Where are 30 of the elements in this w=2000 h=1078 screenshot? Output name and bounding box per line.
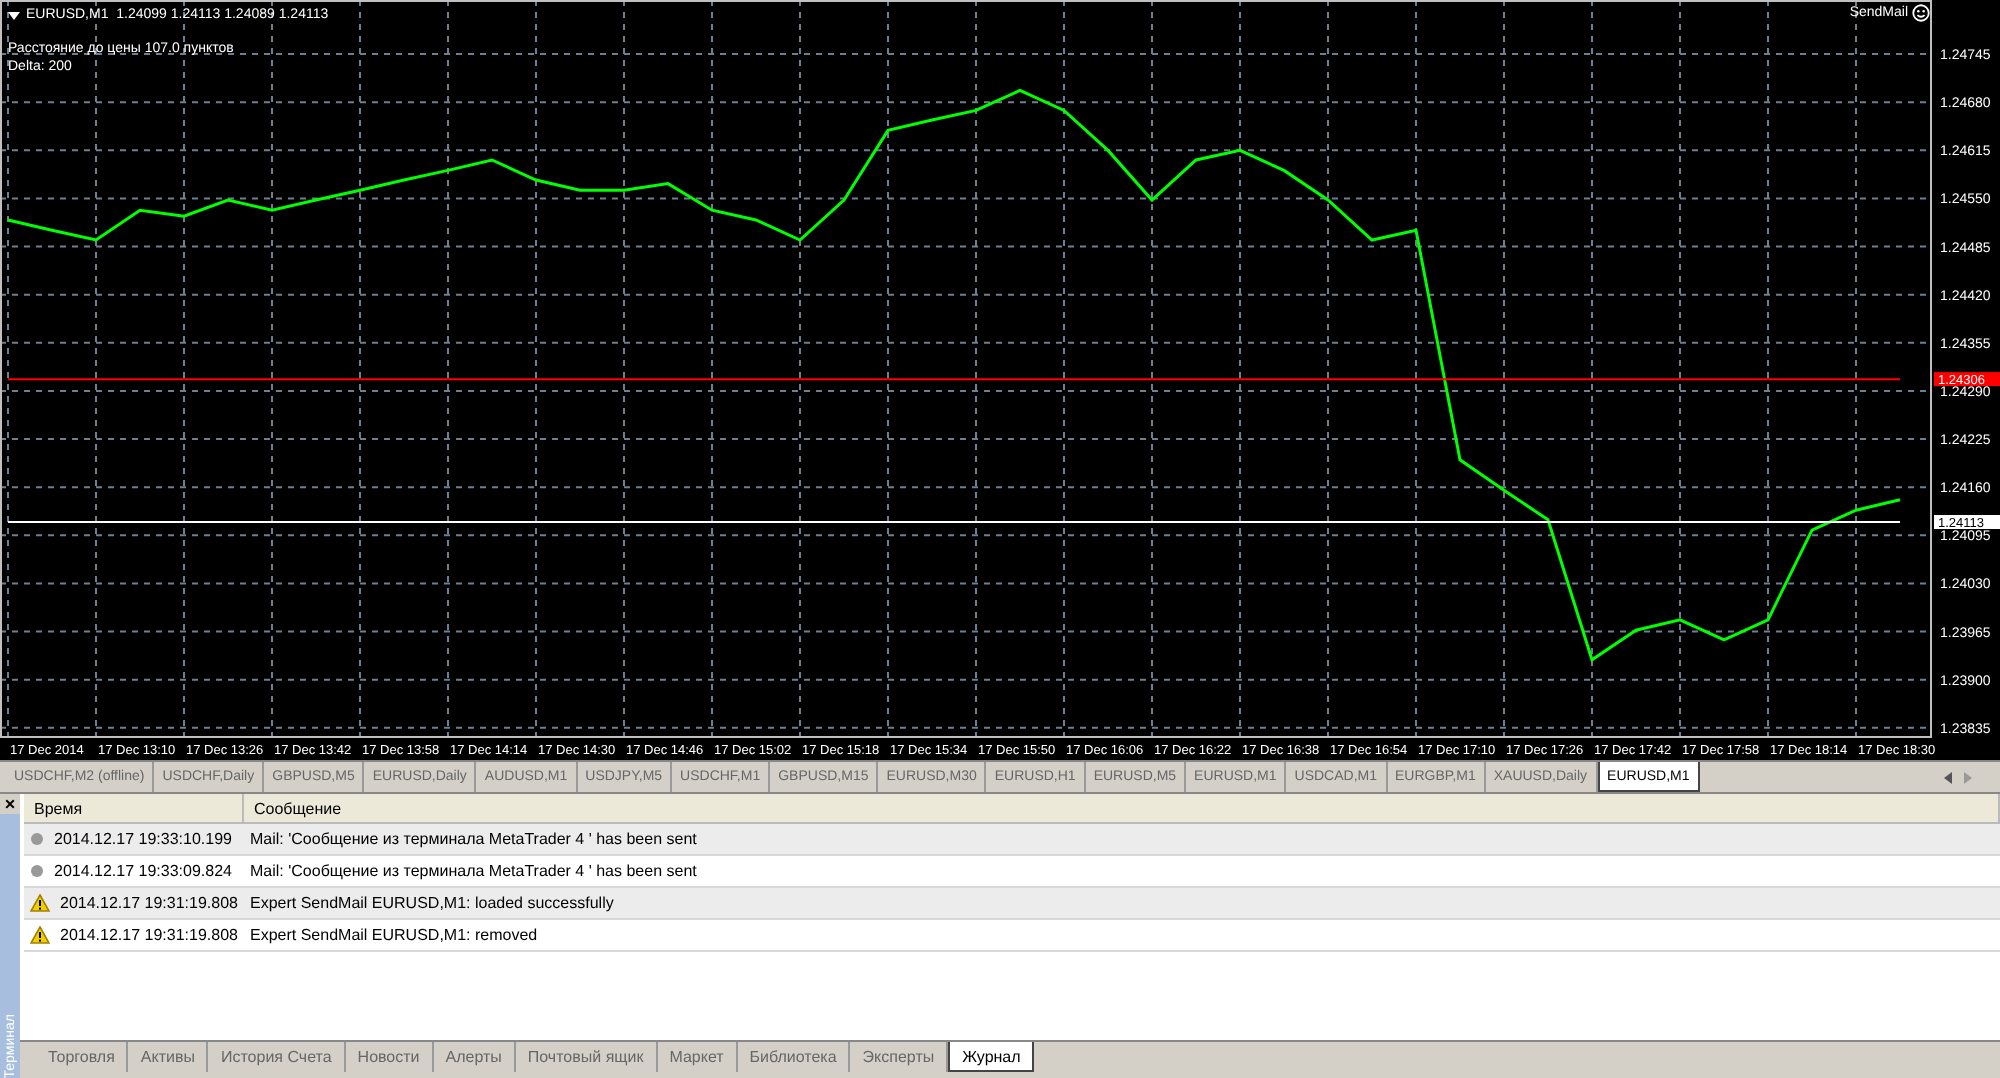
warning-icon [30,926,50,944]
log-row[interactable]: 2014.12.17 19:31:19.808 Expert SendMail EURUSD,M1: removed [24,920,2000,952]
message-cell: Mail: 'Сообщение из терминала MetaTrader 4 ' has been sent [250,862,697,880]
terminal-tab[interactable]: Торговля [36,1042,129,1072]
log-row[interactable]: 2014.12.17 19:31:19.808 Expert SendMail EURUSD,M1: loaded successfully [24,888,2000,920]
message-cell: Expert SendMail EURUSD,M1: loaded successfully [250,894,614,912]
close-button[interactable]: × [0,794,20,814]
warning-icon [30,894,50,912]
terminal-tab[interactable]: История Счета [208,1042,346,1072]
time-cell: 2014.12.17 19:31:19.808 [60,926,238,944]
terminal-tab[interactable]: Почтовый ящик [515,1042,658,1072]
terminal-tab[interactable]: Маркет [657,1042,738,1072]
terminal-tab[interactable]: Активы [128,1042,209,1072]
dropdown-icon[interactable] [8,11,20,19]
smiley-icon [1912,4,1930,22]
log-row[interactable]: 2014.12.17 19:33:10.199 Mail: 'Сообщение из терминала MetaTrader 4 ' has been sent [24,824,2000,856]
time-cell: 2014.12.17 19:31:19.808 [60,894,238,912]
terminal-tab[interactable]: Новости [345,1042,434,1072]
time-cell: 2014.12.17 19:33:10.199 [54,830,232,848]
column-header[interactable]: Время [24,794,244,822]
terminal-tab[interactable]: Журнал [948,1042,1035,1072]
message-cell: Expert SendMail EURUSD,M1: removed [250,926,538,944]
message-cell: Mail: 'Сообщение из терминала MetaTrader 4 ' has been sent [250,830,697,848]
dot-icon [30,832,44,846]
terminal-tab[interactable]: Библиотека [737,1042,851,1072]
time-cell: 2014.12.17 19:33:09.824 [54,862,232,880]
scroll-left-icon[interactable] [1944,771,1952,783]
column-header[interactable]: Сообщение [244,794,2000,822]
terminal-tab[interactable]: Алерты [433,1042,516,1072]
dot-icon [30,864,44,878]
